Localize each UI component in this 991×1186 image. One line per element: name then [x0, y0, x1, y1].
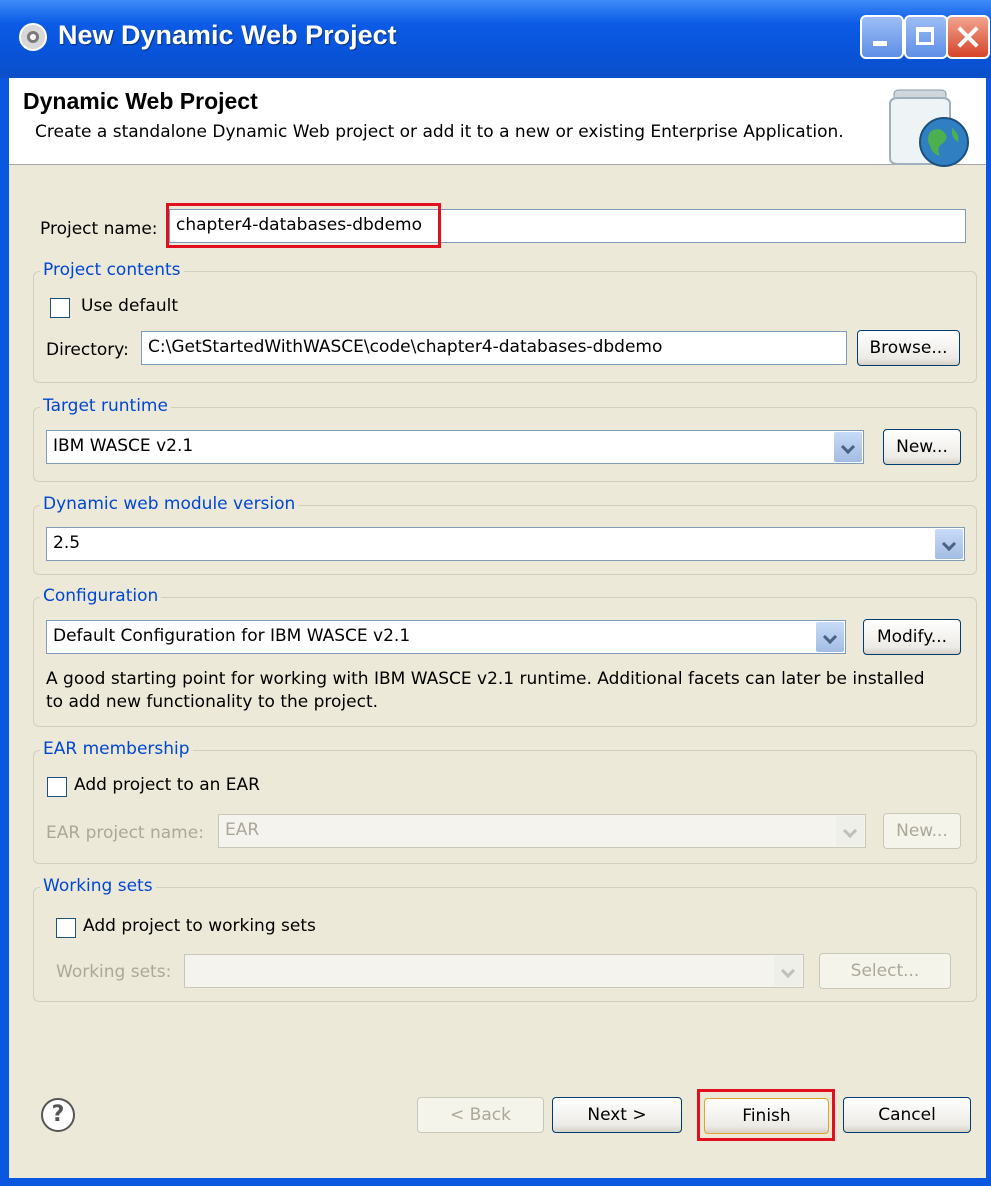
project-contents-group: Project contents Use default Directory: …	[33, 260, 977, 383]
working-sets-select-button: Select...	[819, 953, 951, 989]
working-sets-title: Working sets	[40, 876, 156, 896]
chevron-down-icon[interactable]	[816, 622, 844, 652]
next-button[interactable]: Next >	[552, 1097, 682, 1133]
configuration-title: Configuration	[40, 586, 162, 606]
dialog-body: Dynamic Web Project Create a standalone …	[9, 78, 986, 1178]
module-version-select[interactable]: 2.5	[46, 527, 965, 561]
add-to-ear-label: Add project to an EAR	[74, 775, 260, 795]
configuration-description-line2: to add new functionality to the project.	[46, 692, 379, 712]
add-to-working-sets-label: Add project to working sets	[83, 916, 316, 936]
chevron-down-icon[interactable]	[834, 432, 862, 462]
project-name-label: Project name:	[40, 219, 158, 239]
back-button: < Back	[417, 1097, 544, 1133]
target-runtime-new-button[interactable]: New...	[883, 429, 961, 465]
ear-new-button: New...	[883, 813, 961, 849]
working-sets-select	[184, 954, 804, 988]
configuration-value: Default Configuration for IBM WASCE v2.1	[53, 626, 411, 646]
chevron-down-icon[interactable]	[935, 529, 963, 559]
help-icon[interactable]: ?	[41, 1098, 75, 1132]
title-bar[interactable]: New Dynamic Web Project	[0, 0, 991, 78]
ear-project-name-value: EAR	[225, 820, 260, 840]
use-default-label: Use default	[81, 296, 178, 316]
ear-membership-title: EAR membership	[40, 739, 193, 759]
window-title: New Dynamic Web Project	[58, 20, 397, 50]
use-default-checkbox[interactable]	[50, 298, 70, 318]
close-button[interactable]	[946, 15, 990, 59]
ear-project-name-select: EAR	[218, 814, 866, 848]
configuration-modify-button[interactable]: Modify...	[863, 619, 961, 655]
target-runtime-group: Target runtime IBM WASCE v2.1 New...	[33, 396, 977, 482]
module-version-value: 2.5	[53, 533, 81, 553]
module-version-group: Dynamic web module version 2.5	[33, 494, 977, 575]
browse-button[interactable]: Browse...	[857, 330, 960, 366]
add-to-working-sets-checkbox[interactable]	[56, 918, 76, 938]
configuration-select[interactable]: Default Configuration for IBM WASCE v2.1	[46, 620, 846, 654]
page-description: Create a standalone Dynamic Web project …	[35, 122, 844, 142]
minimize-button[interactable]	[860, 15, 904, 59]
wizard-header: Dynamic Web Project Create a standalone …	[9, 78, 986, 167]
dialog-window: New Dynamic Web Project Dynamic Web Proj…	[0, 0, 991, 1186]
cancel-button[interactable]: Cancel	[843, 1097, 971, 1133]
configuration-description-line1: A good starting point for working with I…	[46, 669, 925, 689]
ear-membership-group: EAR membership Add project to an EAR EAR…	[33, 739, 977, 864]
web-project-jar-icon	[889, 89, 969, 167]
target-runtime-title: Target runtime	[40, 396, 171, 416]
project-name-highlight	[166, 203, 441, 248]
working-sets-label: Working sets:	[56, 962, 172, 982]
working-sets-group: Working sets Add project to working sets…	[33, 876, 977, 1002]
finish-highlight	[697, 1089, 835, 1141]
chevron-down-icon	[836, 816, 864, 846]
project-contents-title: Project contents	[40, 260, 184, 280]
target-runtime-value: IBM WASCE v2.1	[53, 436, 194, 456]
module-version-title: Dynamic web module version	[40, 494, 299, 514]
eclipse-gear-icon	[19, 23, 47, 51]
chevron-down-icon	[774, 956, 802, 986]
directory-label: Directory:	[46, 340, 129, 360]
configuration-group: Configuration Default Configuration for …	[33, 586, 977, 727]
page-title: Dynamic Web Project	[23, 88, 258, 114]
directory-input[interactable]: C:\GetStartedWithWASCE\code\chapter4-dat…	[141, 331, 847, 365]
target-runtime-select[interactable]: IBM WASCE v2.1	[46, 430, 864, 464]
ear-project-name-label: EAR project name:	[46, 823, 204, 843]
maximize-button[interactable]	[904, 15, 948, 59]
add-to-ear-checkbox[interactable]	[47, 777, 67, 797]
